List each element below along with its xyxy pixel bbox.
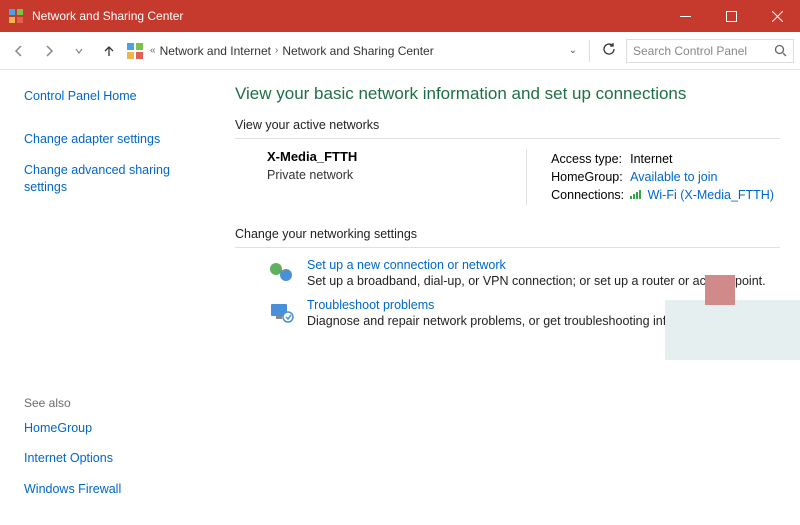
access-type-value: Internet [630,151,778,167]
change-adapter-settings-link[interactable]: Change adapter settings [24,131,215,148]
breadcrumb-item[interactable]: Network and Sharing Center [282,44,433,58]
divider [235,247,780,248]
control-panel-icon [8,8,24,24]
access-type-label: Access type: [551,151,628,167]
setup-connection-title: Set up a new connection or network [307,258,766,272]
back-button[interactable] [6,38,32,64]
control-panel-home-link[interactable]: Control Panel Home [24,88,215,105]
toolbar: « Network and Internet › Network and Sha… [0,32,800,70]
minimize-button[interactable] [662,0,708,32]
setup-connection-desc: Set up a broadband, dial-up, or VPN conn… [307,274,766,288]
change-advanced-sharing-link[interactable]: Change advanced sharing settings [24,162,215,196]
breadcrumb-dropdown[interactable]: ⌄ [569,45,577,56]
redacted-block [705,275,735,305]
breadcrumb-item[interactable]: Network and Internet [160,44,271,58]
chevron-left-icon: « [150,45,156,56]
maximize-button[interactable] [708,0,754,32]
window-titlebar: Network and Sharing Center [0,0,800,32]
breadcrumb-icon [126,42,144,60]
forward-button[interactable] [36,38,62,64]
see-also-windows-firewall-link[interactable]: Windows Firewall [24,481,215,498]
search-placeholder: Search Control Panel [633,44,747,58]
troubleshoot-desc: Diagnose and repair network problems, or… [307,314,718,328]
change-settings-header: Change your networking settings [235,227,780,241]
refresh-button[interactable] [602,42,616,59]
close-button[interactable] [754,0,800,32]
divider [589,40,590,62]
wifi-signal-icon [630,189,642,199]
recent-dropdown[interactable] [66,38,92,64]
window-title: Network and Sharing Center [32,9,662,23]
see-also-homegroup-link[interactable]: HomeGroup [24,420,215,437]
main-content: View your basic network information and … [215,70,800,525]
troubleshoot-title: Troubleshoot problems [307,298,718,312]
redacted-region [665,300,800,360]
active-network-row: X-Media_FTTH Private network Access type… [235,149,780,205]
network-type: Private network [267,168,357,182]
sidebar: Control Panel Home Change adapter settin… [0,70,215,525]
homegroup-link[interactable]: Available to join [630,170,717,184]
search-icon [774,44,787,57]
homegroup-label: HomeGroup: [551,169,628,185]
troubleshoot-icon [267,298,295,326]
chevron-right-icon: › [275,45,278,56]
connections-label: Connections: [551,187,628,203]
page-heading: View your basic network information and … [235,84,780,104]
see-also-header: See also [24,396,215,410]
active-networks-header: View your active networks [235,118,780,132]
setup-connection-option[interactable]: Set up a new connection or network Set u… [235,258,780,288]
breadcrumb[interactable]: « Network and Internet › Network and Sha… [150,40,622,62]
up-button[interactable] [96,38,122,64]
network-name: X-Media_FTTH [267,149,357,164]
network-setup-icon [267,258,295,286]
see-also-internet-options-link[interactable]: Internet Options [24,450,215,467]
divider [235,138,780,139]
search-input[interactable]: Search Control Panel [626,39,794,63]
connection-link[interactable]: Wi-Fi (X-Media_FTTH) [648,188,774,202]
